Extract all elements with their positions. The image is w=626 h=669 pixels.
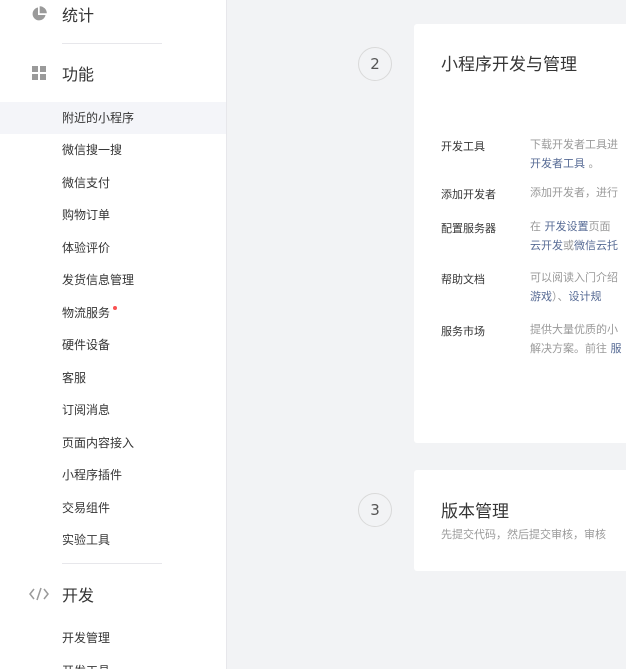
row-desc-server-config: 在 开发设置页面 云开发或微信云托: [530, 217, 618, 255]
sidebar-divider: [62, 43, 162, 44]
row-desc-text: 可以阅读入门介绍: [530, 271, 618, 284]
card-description: 先提交代码，然后提交审核，审核: [441, 528, 606, 541]
service-market-link[interactable]: 服: [611, 342, 622, 355]
sidebar-item-label: 物流服务: [62, 306, 111, 320]
sidebar-item-wechat-search[interactable]: 微信搜一搜: [0, 134, 226, 166]
card-title: 小程序开发与管理: [441, 55, 577, 75]
code-icon: [28, 585, 50, 603]
sidebar-section-stats[interactable]: 统计: [0, 0, 226, 34]
row-label-service-market: 服务市场: [441, 325, 485, 338]
text-fragment: ）、: [552, 290, 569, 303]
row-desc-line1: 在 开发设置页面: [530, 217, 618, 236]
main-content: 2 小程序开发与管理 开发工具 下载开发者工具进 开发者工具 。 添加开发者 添…: [227, 0, 626, 669]
sidebar-item-trade-components[interactable]: 交易组件: [0, 492, 226, 524]
dev-settings-link[interactable]: 开发设置: [545, 220, 589, 233]
step-number-badge: 2: [358, 47, 392, 81]
cloud-dev-link[interactable]: 云开发: [530, 239, 563, 252]
row-label-add-developer: 添加开发者: [441, 188, 496, 201]
sidebar-item-subscription-messages[interactable]: 订阅消息: [0, 394, 226, 426]
row-label-dev-tools: 开发工具: [441, 140, 485, 153]
sidebar-item-wechat-pay[interactable]: 微信支付: [0, 167, 226, 199]
row-desc-service-market: 提供大量优质的小 解决方案。前往 服: [530, 320, 622, 358]
sidebar-item-shipping-info[interactable]: 发货信息管理: [0, 264, 226, 296]
row-label-help-docs: 帮助文档: [441, 273, 485, 286]
step-number-badge: 3: [358, 493, 392, 527]
row-desc-text: 下载开发者工具进: [530, 138, 618, 151]
sidebar-item-lab-tools[interactable]: 实验工具: [0, 524, 226, 556]
notification-dot: [113, 306, 118, 310]
design-guidelines-link[interactable]: 设计规: [569, 290, 602, 303]
row-desc-line2: 解决方案。前往 服: [530, 339, 622, 358]
card-title: 版本管理: [441, 502, 509, 522]
row-desc-line2: 开发者工具 。: [530, 154, 618, 173]
sidebar-section-label: 功能: [62, 65, 95, 84]
sidebar-item-dev-tools[interactable]: 开发工具: [0, 655, 226, 669]
sidebar-section-features[interactable]: 功能: [0, 53, 226, 93]
sidebar-section-label: 统计: [62, 6, 95, 25]
text-fragment: 解决方案。前往: [530, 342, 611, 355]
sidebar: 统计 功能 附近的小程序 微信搜一搜 微信支付 购物订单 体验评价 发货信息管理…: [0, 0, 227, 669]
sidebar-divider: [62, 563, 162, 564]
sidebar-item-customer-service[interactable]: 客服: [0, 362, 226, 394]
sidebar-item-plugins[interactable]: 小程序插件: [0, 459, 226, 491]
dev-tools-link[interactable]: 开发者工具: [530, 157, 585, 170]
games-link[interactable]: 游戏: [530, 290, 552, 303]
wechat-cloud-hosting-link[interactable]: 微信云托: [574, 239, 618, 252]
sidebar-item-dev-management[interactable]: 开发管理: [0, 622, 226, 654]
dev-management-card: 小程序开发与管理 开发工具 下载开发者工具进 开发者工具 。 添加开发者 添加开…: [414, 24, 626, 443]
sidebar-item-logistics[interactable]: 物流服务: [0, 297, 226, 329]
row-desc-dev-tools: 下载开发者工具进 开发者工具 。: [530, 135, 618, 173]
sidebar-item-shopping-orders[interactable]: 购物订单: [0, 199, 226, 231]
sidebar-section-dev[interactable]: 开发: [0, 574, 226, 614]
pie-chart-icon: [30, 5, 48, 23]
version-management-card: 版本管理 先提交代码，然后提交审核，审核: [414, 470, 626, 571]
text-fragment: 在: [530, 220, 545, 233]
sidebar-item-experience-review[interactable]: 体验评价: [0, 232, 226, 264]
sidebar-section-label: 开发: [62, 586, 95, 605]
sidebar-item-page-content[interactable]: 页面内容接入: [0, 427, 226, 459]
sidebar-item-hardware[interactable]: 硬件设备: [0, 329, 226, 361]
text-fragment: 或: [563, 239, 574, 252]
sidebar-item-nearby-mini-programs[interactable]: 附近的小程序: [0, 102, 226, 134]
row-desc-help-docs: 可以阅读入门介绍 游戏）、设计规: [530, 268, 618, 306]
row-label-server-config: 配置服务器: [441, 222, 496, 235]
row-desc-line2: 游戏）、设计规: [530, 287, 618, 306]
punctuation: 。: [588, 157, 600, 170]
row-desc-add-developer: 添加开发者，进行: [530, 186, 618, 199]
grid-icon: [30, 64, 48, 82]
text-fragment: 页面: [588, 220, 611, 233]
row-desc-line2: 云开发或微信云托: [530, 236, 618, 255]
row-desc-text: 提供大量优质的小: [530, 323, 618, 336]
